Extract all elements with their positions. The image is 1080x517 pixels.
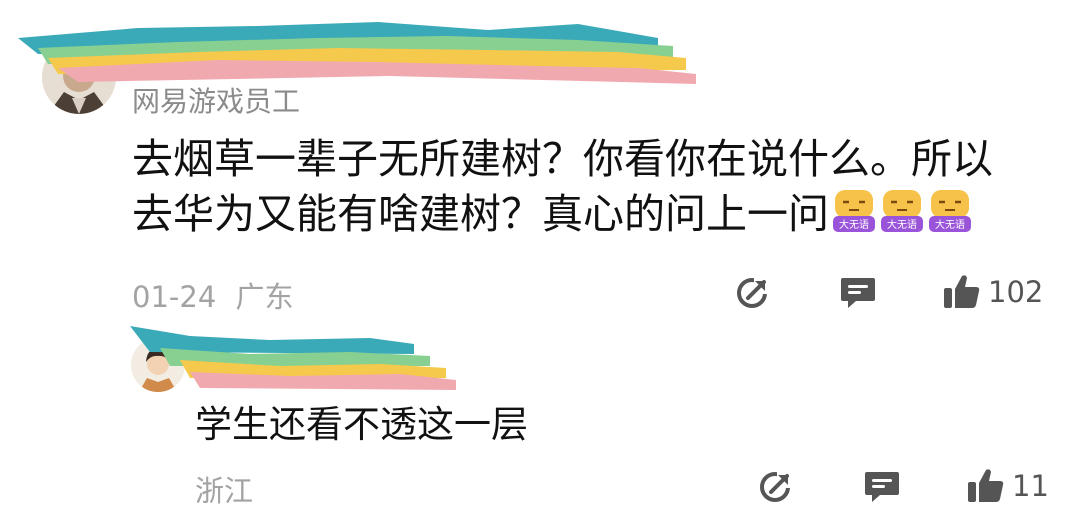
thumbs-up-icon bbox=[968, 469, 1004, 502]
share-icon bbox=[760, 470, 795, 502]
comment-text: 去烟草一辈子无所建树？你看你在说什么。所以去华为又能有啥建树？真心的问上一问 大无… bbox=[132, 132, 1032, 242]
reply-icon bbox=[841, 278, 875, 308]
avatar[interactable] bbox=[131, 338, 185, 392]
svg-text:大无语: 大无语 bbox=[887, 218, 917, 231]
username[interactable]: 网易游戏员工 bbox=[132, 80, 300, 120]
thumbs-up-icon bbox=[944, 275, 980, 308]
like-count: 102 bbox=[988, 275, 1044, 309]
share-button[interactable] bbox=[757, 466, 797, 510]
comment-location: 浙江 bbox=[195, 474, 254, 508]
avatar-image bbox=[42, 40, 116, 114]
redaction-scribble bbox=[18, 22, 696, 84]
comment-meta: 浙江 bbox=[195, 468, 253, 510]
comment-meta: 01-24 广东 bbox=[132, 274, 294, 316]
svg-text:大无语: 大无语 bbox=[935, 218, 965, 231]
svg-text:大无语: 大无语 bbox=[839, 218, 869, 231]
emoji-da-wu-yu-icon: 大无语 bbox=[831, 188, 877, 234]
avatar-image bbox=[131, 338, 185, 392]
like-button[interactable]: 102 bbox=[942, 272, 1043, 312]
reply-button[interactable] bbox=[862, 466, 902, 510]
avatar[interactable] bbox=[42, 40, 116, 114]
comment-location: 广东 bbox=[235, 280, 294, 314]
reply-text: 学生还看不透这一层 bbox=[195, 403, 528, 446]
reply-icon bbox=[865, 472, 899, 502]
emoji-da-wu-yu-icon: 大无语 bbox=[879, 188, 925, 234]
share-button[interactable] bbox=[734, 272, 774, 316]
like-count: 11 bbox=[1012, 469, 1049, 503]
comment-date: 01-24 bbox=[132, 280, 217, 314]
share-icon bbox=[737, 276, 772, 308]
reply-button[interactable] bbox=[838, 272, 878, 316]
like-button[interactable]: 11 bbox=[966, 466, 1049, 506]
emoji-da-wu-yu-icon: 大无语 bbox=[927, 188, 973, 234]
